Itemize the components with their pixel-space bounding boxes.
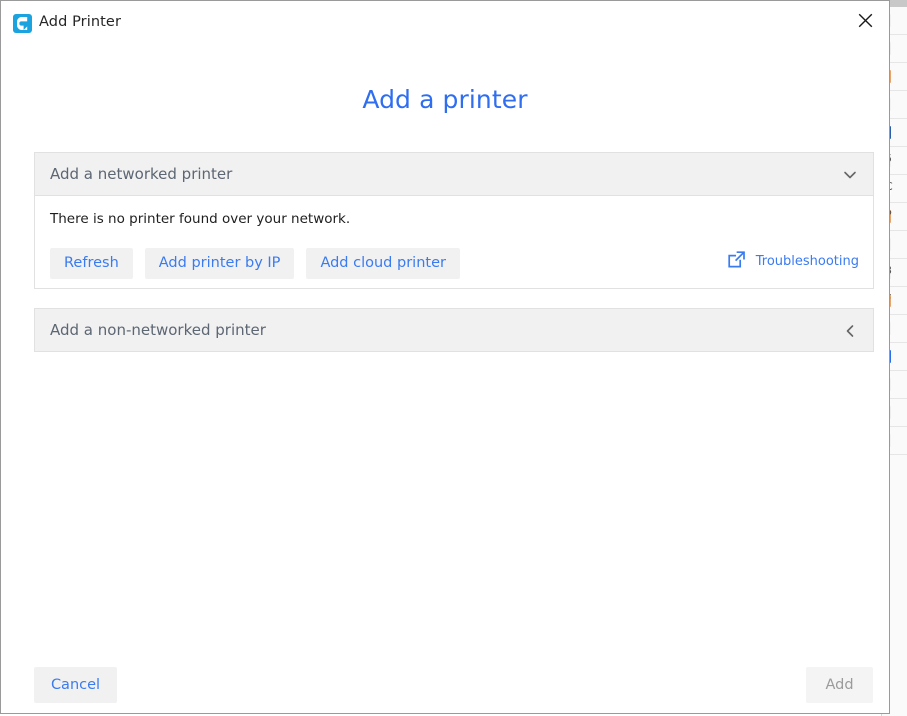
page-title: Add a printer bbox=[1, 85, 889, 114]
dialog-titlebar: Add Printer bbox=[1, 1, 889, 42]
add-printer-by-ip-button[interactable]: Add printer by IP bbox=[145, 248, 295, 279]
section-label-networked: Add a networked printer bbox=[50, 165, 232, 183]
add-cloud-printer-button[interactable]: Add cloud printer bbox=[306, 248, 460, 279]
add-button: Add bbox=[806, 667, 873, 703]
chevron-down-icon bbox=[841, 166, 859, 184]
cura-logo-icon bbox=[13, 14, 32, 33]
refresh-button[interactable]: Refresh bbox=[50, 248, 133, 279]
logo-c-glyph bbox=[17, 17, 28, 30]
networked-section-body: There is no printer found over your netw… bbox=[34, 196, 874, 289]
external-link-glyph bbox=[727, 250, 746, 269]
chevron-down-glyph bbox=[841, 166, 859, 184]
networked-action-buttons: Refresh Add printer by IP Add cloud prin… bbox=[50, 248, 460, 279]
close-glyph bbox=[858, 13, 873, 28]
cancel-button[interactable]: Cancel bbox=[34, 667, 117, 703]
section-label-non-networked: Add a non-networked printer bbox=[50, 321, 266, 339]
dialog-title: Add Printer bbox=[39, 14, 121, 30]
section-header-networked[interactable]: Add a networked printer bbox=[34, 152, 874, 196]
no-printer-found-message: There is no printer found over your netw… bbox=[50, 211, 350, 227]
troubleshooting-label: Troubleshooting bbox=[756, 254, 859, 269]
add-printer-dialog: Add Printer Add a printer Add a networke… bbox=[0, 0, 890, 714]
chevron-left-glyph bbox=[841, 322, 859, 340]
close-icon[interactable] bbox=[843, 1, 889, 42]
troubleshooting-link[interactable]: Troubleshooting bbox=[727, 250, 859, 273]
section-header-non-networked[interactable]: Add a non-networked printer bbox=[34, 308, 874, 352]
external-link-icon bbox=[727, 250, 746, 273]
chevron-left-icon bbox=[841, 322, 859, 340]
